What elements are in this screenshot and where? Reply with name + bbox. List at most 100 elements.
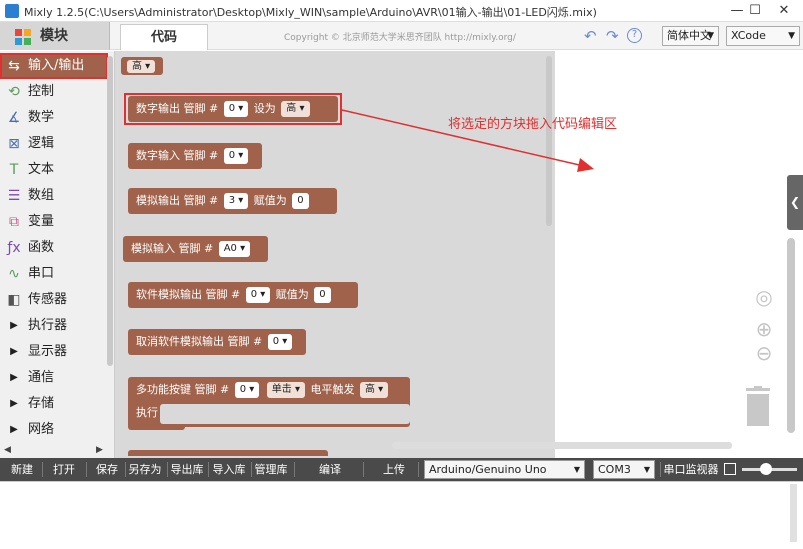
scroll-left-icon[interactable]: ◀ xyxy=(4,445,11,455)
close-icon[interactable]: ✕ xyxy=(769,0,799,22)
sidebar-item-variable[interactable]: ⧉ 变量 xyxy=(0,209,108,235)
sidebar-item-label: 执行器 xyxy=(28,318,68,333)
recenter-icon[interactable]: ◎ xyxy=(752,285,776,309)
upload-button[interactable]: 上传 xyxy=(378,458,410,481)
export-lib-button[interactable]: 导出库 xyxy=(168,458,206,481)
manage-lib-button[interactable]: 管理库 xyxy=(252,458,290,481)
sidebar-item-network[interactable]: ▶ 网络 xyxy=(0,417,108,443)
sidebar-item-logic[interactable]: ⊠ 逻辑 xyxy=(0,131,108,157)
sidebar-item-control[interactable]: ⟲ 控制 xyxy=(0,79,108,105)
redo-icon[interactable]: ↷ xyxy=(606,28,619,44)
pin-dropdown[interactable]: 0 ▾ xyxy=(223,148,249,164)
save-button[interactable]: 保存 xyxy=(91,458,123,481)
sidebar-scrollbar[interactable] xyxy=(107,56,113,366)
sidebar-item-function[interactable]: ƒx 函数 xyxy=(0,235,108,261)
help-icon[interactable]: ? xyxy=(627,28,642,43)
sidebar-item-label: 通信 xyxy=(28,370,55,385)
open-button[interactable]: 打开 xyxy=(48,458,80,481)
mode-dropdown[interactable]: 单击 ▾ xyxy=(266,382,305,398)
tab-code[interactable]: 代码 xyxy=(120,24,208,50)
output-console[interactable] xyxy=(0,481,803,549)
save-as-button[interactable]: 另存为 xyxy=(126,458,164,481)
board-select[interactable]: Arduino/Genuino Uno ▼ xyxy=(424,460,585,479)
block-label: 数字输入 管脚 # xyxy=(136,149,219,162)
zoom-slider-handle[interactable] xyxy=(760,463,772,475)
math-icon: ∡ xyxy=(7,110,21,126)
sidebar-item-array[interactable]: ☰ 数组 xyxy=(0,183,108,209)
value-input[interactable]: 0 xyxy=(292,193,309,209)
block-label: 电平触发 xyxy=(310,383,355,396)
puzzle-icon xyxy=(15,29,31,45)
annotation-arrow-icon xyxy=(341,109,594,172)
tab-modules[interactable]: 模块 xyxy=(0,22,110,50)
sidebar-item-label: 逻辑 xyxy=(28,136,55,151)
zoom-in-icon[interactable]: ⊕ xyxy=(752,317,776,341)
sidebar-item-display[interactable]: ▶ 显示器 xyxy=(0,339,108,365)
block-high-value[interactable]: 高 ▾ xyxy=(121,57,163,75)
output-scrollbar[interactable] xyxy=(790,484,797,542)
sidebar-item-label: 串口 xyxy=(28,266,55,281)
undo-icon[interactable]: ↶ xyxy=(584,28,597,44)
pin-dropdown-value: 0 xyxy=(228,150,236,161)
pin-dropdown[interactable]: A0 ▾ xyxy=(218,241,251,257)
sidebar-item-comm[interactable]: ▶ 通信 xyxy=(0,365,108,391)
block-digital-read[interactable]: 数字输入 管脚 # 0 ▾ xyxy=(128,143,262,169)
sidebar-item-math[interactable]: ∡ 数学 xyxy=(0,105,108,131)
serial-icon: ∿ xyxy=(8,266,20,282)
pin-dropdown[interactable]: 3 ▾ xyxy=(223,193,249,209)
serial-monitor-button[interactable]: 串口监视器 xyxy=(663,458,719,481)
sidebar-item-label: 传感器 xyxy=(28,292,68,307)
sidebar-item-storage[interactable]: ▶ 存储 xyxy=(0,391,108,417)
logic-icon: ⊠ xyxy=(8,136,20,152)
workspace-hscrollbar[interactable] xyxy=(392,442,732,449)
pin-dropdown[interactable]: 0 ▾ xyxy=(267,334,293,350)
sidebar-item-io[interactable]: ⇆ 输入/输出 xyxy=(0,53,108,79)
scroll-right-icon[interactable]: ▶ xyxy=(96,445,103,455)
level-dropdown-value: 高 xyxy=(365,384,375,395)
block-cancel-soft-analog[interactable]: 取消软件模拟输出 管脚 # 0 ▾ xyxy=(128,329,306,355)
block-label: 赋值为 xyxy=(275,288,309,301)
pin-dropdown[interactable]: 0 ▾ xyxy=(245,287,271,303)
sidebar-item-serial[interactable]: ∿ 串口 xyxy=(0,261,108,287)
maximize-icon[interactable]: ☐ xyxy=(740,0,770,22)
board-select-value: Arduino/Genuino Uno xyxy=(429,463,547,476)
title-bar: Mixly 1.2.5(C:\Users\Administrator\Deskt… xyxy=(0,0,803,22)
new-button[interactable]: 新建 xyxy=(6,458,38,481)
block-partial[interactable] xyxy=(128,450,328,456)
import-lib-button[interactable]: 导入库 xyxy=(210,458,248,481)
sidebar-item-text[interactable]: T 文本 xyxy=(0,157,108,183)
collapse-panel-button[interactable]: ❮ xyxy=(787,175,803,230)
window-title: Mixly 1.2.5(C:\Users\Administrator\Deskt… xyxy=(24,6,597,19)
header-bar: 模块 代码 Copyright © 北京师范大学米思齐团队 http://mix… xyxy=(0,22,803,50)
sidebar-item-sensor[interactable]: ◧ 传感器 xyxy=(0,287,108,313)
theme-select[interactable]: XCode ▼ xyxy=(726,26,800,46)
chip-icon[interactable] xyxy=(724,463,736,475)
trash-icon[interactable] xyxy=(744,386,772,426)
value-input[interactable]: 0 xyxy=(314,287,331,303)
block-soft-analog-write[interactable]: 软件模拟输出 管脚 # 0 ▾ 赋值为 0 xyxy=(128,282,358,308)
zoom-out-icon[interactable]: ⊖ xyxy=(752,341,776,365)
high-dropdown[interactable]: 高 ▾ xyxy=(127,59,156,73)
highlight-box xyxy=(124,93,342,125)
block-analog-write[interactable]: 模拟输出 管脚 # 3 ▾ 赋值为 0 xyxy=(128,188,337,214)
compile-button[interactable]: 编译 xyxy=(314,458,346,481)
workspace-vscrollbar[interactable] xyxy=(787,238,795,433)
copyright-text: Copyright © 北京师范大学米思齐团队 http://mixly.org… xyxy=(284,33,516,43)
sidebar-item-actuator[interactable]: ▶ 执行器 xyxy=(0,313,108,339)
statement-slot xyxy=(160,404,410,424)
triangle-icon: ▶ xyxy=(10,372,18,383)
tab-modules-label: 模块 xyxy=(40,28,68,44)
language-select[interactable]: 简体中文 ▼ xyxy=(662,26,719,46)
sidebar-item-label: 网络 xyxy=(28,422,55,437)
level-dropdown[interactable]: 高 ▾ xyxy=(360,382,389,398)
block-bottom-arm xyxy=(128,424,185,430)
high-dropdown-value: 高 xyxy=(132,60,142,72)
block-label: 模拟输入 管脚 # xyxy=(131,242,214,255)
block-label: 多功能按键 管脚 # xyxy=(136,383,230,396)
sidebar-item-label: 存储 xyxy=(28,396,55,411)
text-icon: T xyxy=(9,162,19,178)
port-select[interactable]: COM3 ▼ xyxy=(593,460,655,479)
pin-dropdown[interactable]: 0 ▾ xyxy=(234,382,260,398)
language-select-value: 简体中文 xyxy=(667,29,711,42)
block-analog-read[interactable]: 模拟输入 管脚 # A0 ▾ xyxy=(123,236,268,262)
